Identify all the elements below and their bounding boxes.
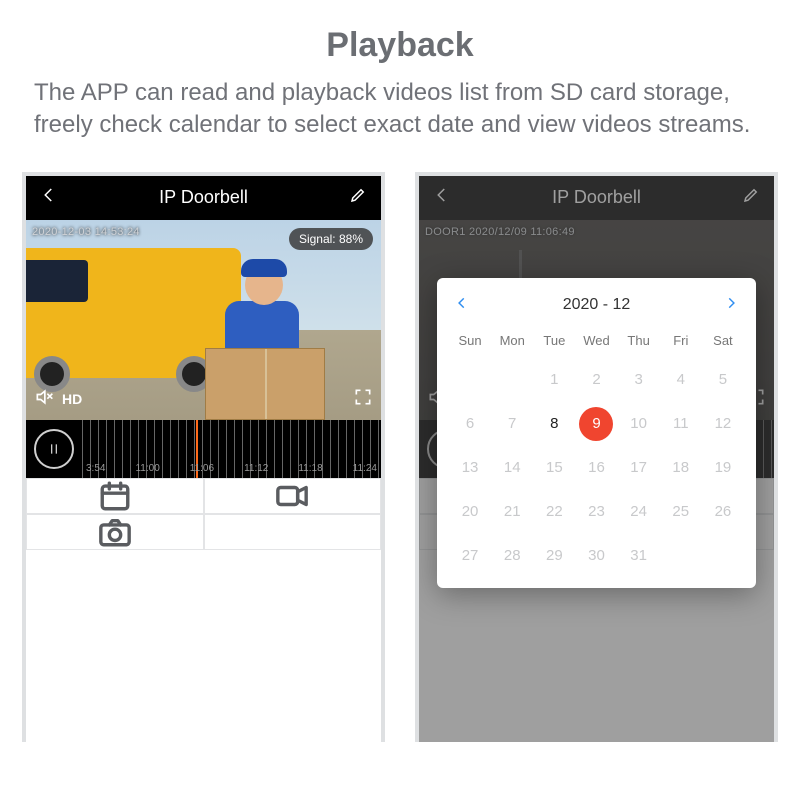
calendar-day[interactable]: 10 — [618, 402, 660, 446]
calendar-day[interactable]: 7 — [491, 402, 533, 446]
video-preview[interactable]: 2020-12-03 14:53:24 Signal: 88% HD — [26, 220, 381, 420]
header-title: IP Doorbell — [159, 187, 248, 208]
mute-icon[interactable] — [34, 387, 54, 412]
action-grid — [26, 478, 381, 550]
hd-badge[interactable]: HD — [62, 391, 82, 407]
record-button[interactable] — [204, 478, 382, 514]
calendar-day[interactable]: 11 — [660, 402, 702, 446]
calendar-day[interactable]: 14 — [491, 446, 533, 490]
calendar-day[interactable]: 23 — [575, 490, 617, 534]
calendar-day[interactable]: 29 — [533, 534, 575, 578]
calendar-day[interactable]: 15 — [533, 446, 575, 490]
calendar-month-label: 2020 - 12 — [563, 296, 631, 314]
calendar-day[interactable]: 8 — [533, 402, 575, 446]
calendar-day — [491, 358, 533, 402]
calendar-day[interactable]: 22 — [533, 490, 575, 534]
calendar-day[interactable]: 27 — [449, 534, 491, 578]
app-header: IP Doorbell — [26, 176, 381, 220]
calendar-day[interactable]: 13 — [449, 446, 491, 490]
calendar-day[interactable]: 21 — [491, 490, 533, 534]
calendar-day[interactable]: 16 — [575, 446, 617, 490]
back-icon[interactable] — [40, 186, 58, 209]
calendar-day[interactable]: 9 — [579, 407, 613, 441]
calendar-day[interactable]: 3 — [618, 358, 660, 402]
phone-left: IP Doorbell 2020-12-03 14:53:24 Signal: … — [22, 172, 385, 742]
calendar-day — [702, 534, 744, 578]
page-title: Playback — [0, 0, 800, 65]
next-month-icon[interactable] — [724, 296, 738, 315]
calendar-dow-row: SunMonTueWedThuFriSat — [449, 327, 744, 358]
calendar-button[interactable] — [26, 478, 204, 514]
tick-labels: 3:54 11:00 11:06 11:12 11:18 11:24 — [82, 463, 381, 474]
pause-button[interactable] — [34, 429, 74, 469]
calendar-day[interactable]: 19 — [702, 446, 744, 490]
page-description: The APP can read and playback videos lis… — [0, 65, 800, 142]
calendar-day[interactable]: 31 — [618, 534, 660, 578]
calendar-day[interactable]: 2 — [575, 358, 617, 402]
calendar-day[interactable]: 4 — [660, 358, 702, 402]
fullscreen-icon[interactable] — [353, 387, 373, 412]
calendar-modal: 2020 - 12 SunMonTueWedThuFriSat 12345678… — [437, 278, 756, 588]
empty-cell — [204, 514, 382, 550]
edit-icon[interactable] — [349, 186, 367, 209]
calendar-day[interactable]: 5 — [702, 358, 744, 402]
calendar-day[interactable]: 26 — [702, 490, 744, 534]
calendar-day[interactable]: 30 — [575, 534, 617, 578]
calendar-day[interactable]: 17 — [618, 446, 660, 490]
calendar-day-grid: 1234567891011121314151617181920212223242… — [449, 358, 744, 578]
calendar-day[interactable]: 28 — [491, 534, 533, 578]
calendar-day[interactable]: 18 — [660, 446, 702, 490]
calendar-day[interactable]: 24 — [618, 490, 660, 534]
snapshot-button[interactable] — [26, 514, 204, 550]
calendar-day[interactable]: 20 — [449, 490, 491, 534]
calendar-day[interactable]: 6 — [449, 402, 491, 446]
video-timestamp: 2020-12-03 14:53:24 — [32, 226, 140, 238]
timeline[interactable]: 3:54 11:00 11:06 11:12 11:18 11:24 — [26, 420, 381, 478]
signal-badge: Signal: 88% — [289, 228, 373, 250]
calendar-day — [449, 358, 491, 402]
calendar-day[interactable]: 25 — [660, 490, 702, 534]
calendar-day — [660, 534, 702, 578]
calendar-day[interactable]: 12 — [702, 402, 744, 446]
calendar-day[interactable]: 1 — [533, 358, 575, 402]
phone-right: IP Doorbell DOOR1 2020/12/09 11:06:49 — [415, 172, 778, 742]
prev-month-icon[interactable] — [455, 296, 469, 315]
